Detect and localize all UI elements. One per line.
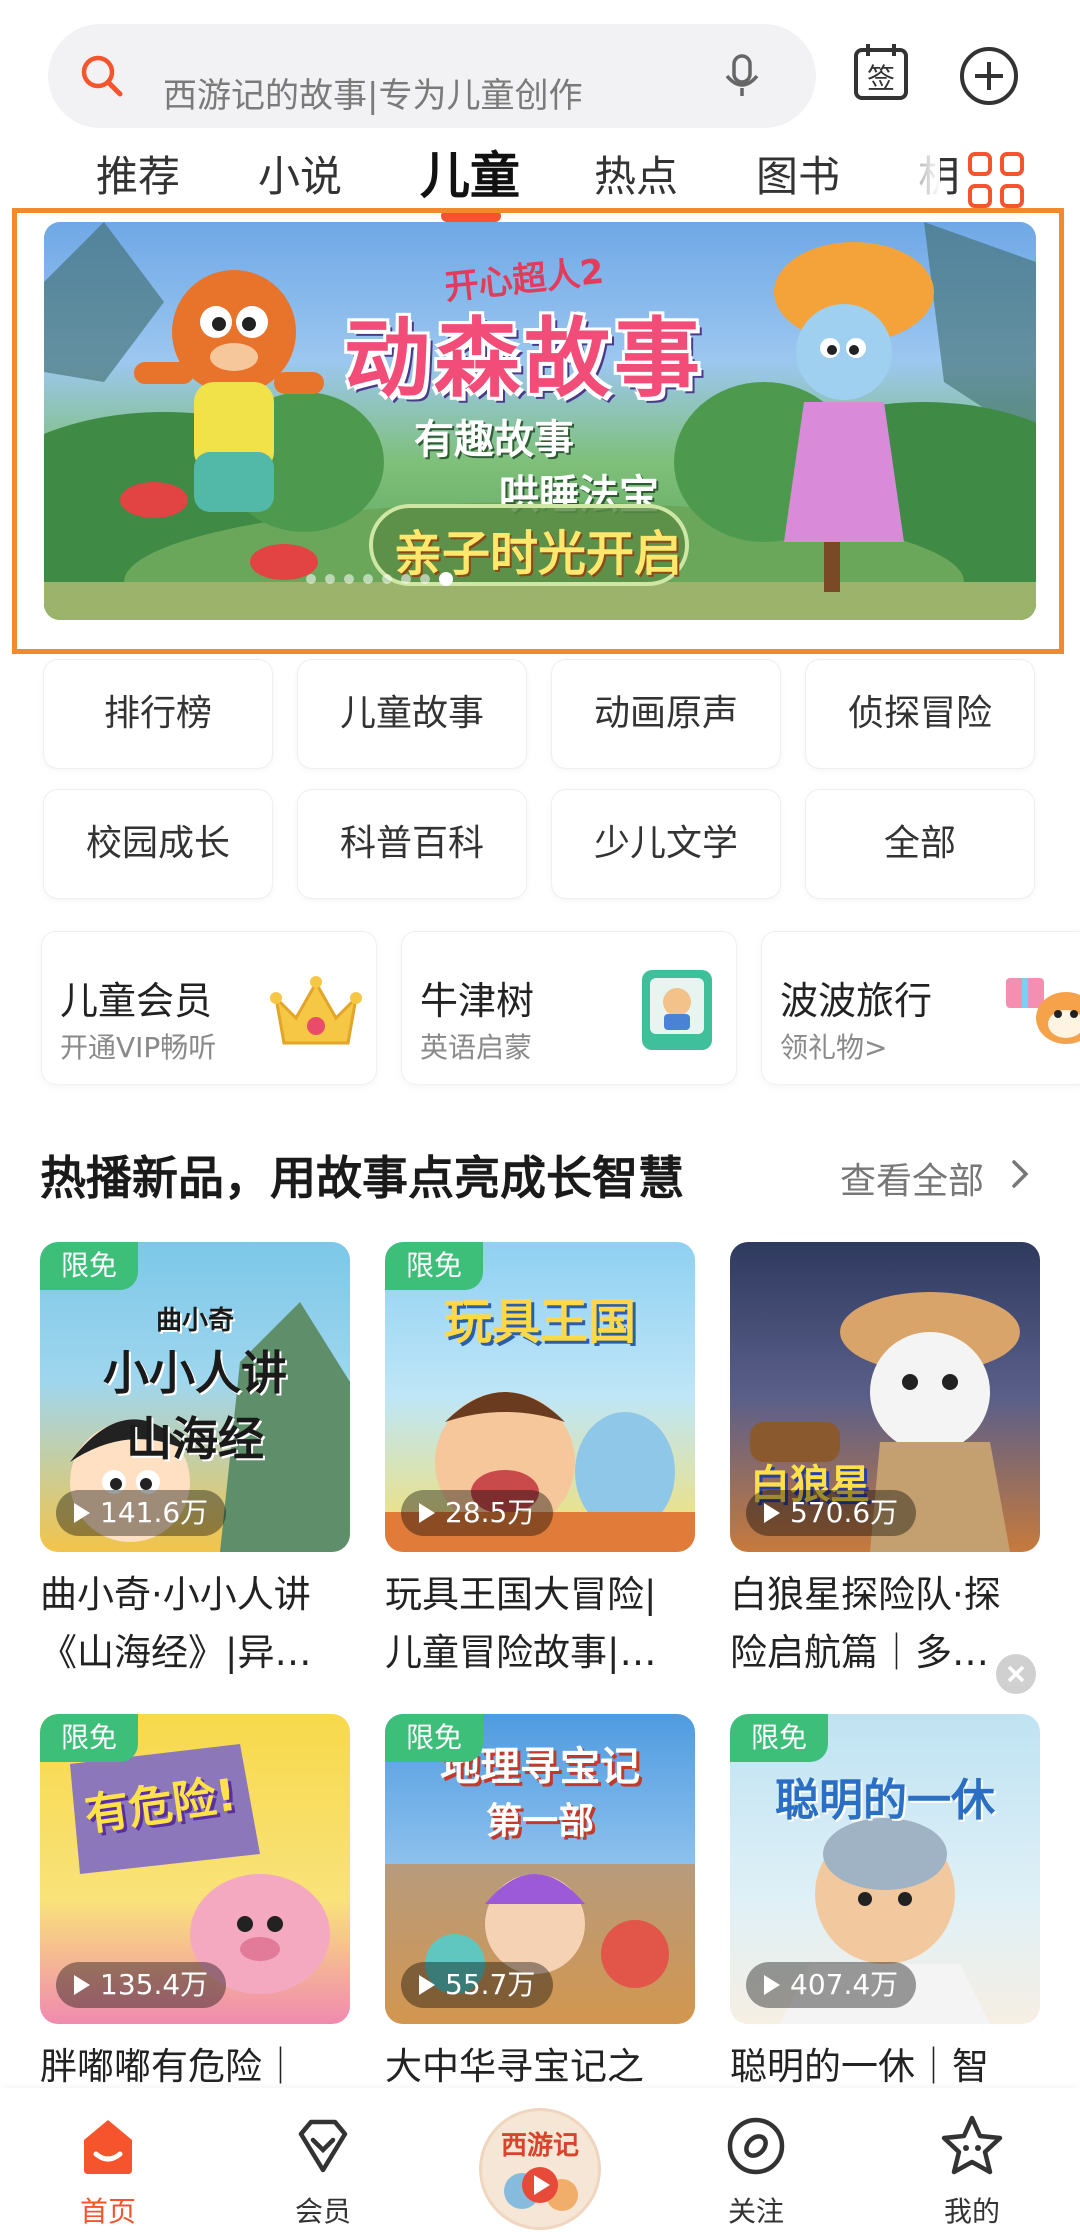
- play-count-value: 407.4万: [790, 1968, 898, 2001]
- card-title-line-2: 儿童冒险故事|…: [385, 1624, 695, 1682]
- play-count: 141.6万: [56, 1490, 226, 1536]
- play-count: 135.4万: [56, 1962, 226, 2008]
- play-count: 407.4万: [746, 1962, 916, 2008]
- content-card[interactable]: 白狼星 570.6万 白狼星探险队·探 险启航篇｜多…: [730, 1242, 1040, 1682]
- category-all[interactable]: 全部: [806, 790, 1034, 898]
- sign-glyph: 签: [867, 62, 895, 95]
- tab-recommend[interactable]: 推荐: [96, 152, 180, 202]
- free-badge: 限免: [385, 1242, 483, 1290]
- play-count-value: 135.4万: [100, 1968, 208, 2001]
- play-count-value: 55.7万: [445, 1968, 535, 2001]
- category-science[interactable]: 科普百科: [298, 790, 526, 898]
- play-icon: [764, 1503, 780, 1523]
- category-ranking[interactable]: 排行榜: [44, 660, 272, 768]
- promo-card-oxford-tree[interactable]: 牛津树 英语启蒙: [402, 932, 736, 1084]
- card-cover[interactable]: 聪明的一休 限免 407.4万: [730, 1714, 1040, 2024]
- play-icon: [419, 1503, 435, 1523]
- vip-diamond-icon: [287, 2110, 359, 2182]
- chevron-right-icon[interactable]: [1008, 1156, 1032, 1192]
- nav-home[interactable]: 首页: [28, 2088, 188, 2239]
- search-bar[interactable]: 西游记的故事|专为儿童创作: [48, 24, 816, 128]
- content-card[interactable]: 地理寻宝记 第一部 限免 55.7万 大中华寻宝记之: [385, 1714, 695, 2096]
- book-icon: [626, 958, 726, 1058]
- content-card[interactable]: 曲小奇 小小人讲 山海经 限免 141.6万 曲小奇·小小人讲 《山海经》|异…: [40, 1242, 350, 1682]
- card-cover[interactable]: 曲小奇 小小人讲 山海经 限免 141.6万: [40, 1242, 350, 1552]
- content-card[interactable]: 有危险! 限免 135.4万 胖嘟嘟有危险｜: [40, 1714, 350, 2096]
- card-title-line-2: 《山海经》|异…: [40, 1624, 350, 1682]
- promo-card-bobo-travel[interactable]: 波波旅行 领礼物>: [762, 932, 1080, 1084]
- cover-title: 玩具王国: [385, 1282, 695, 1352]
- nav-label: 我的: [892, 2190, 1052, 2230]
- crown-icon: [266, 958, 366, 1058]
- promo-title: 儿童会员: [60, 970, 212, 1025]
- card-title-line-1: 曲小奇·小小人讲: [40, 1566, 350, 1624]
- category-children-stories[interactable]: 儿童故事: [298, 660, 526, 768]
- promo-title: 波波旅行: [780, 970, 932, 1025]
- section-title: 热播新品，用故事点亮成长智慧: [40, 1142, 684, 1208]
- play-count-value: 141.6万: [100, 1496, 208, 1529]
- nav-label: 首页: [28, 2190, 188, 2230]
- card-cover[interactable]: 白狼星 570.6万: [730, 1242, 1040, 1552]
- follow-icon: [720, 2110, 792, 2182]
- center-play-icon: [482, 2111, 598, 2227]
- nav-vip[interactable]: 会员: [243, 2088, 403, 2239]
- sign-in-icon[interactable]: 签: [852, 42, 910, 102]
- nav-label: 会员: [243, 2190, 403, 2230]
- category-detective-adventure[interactable]: 侦探冒险: [806, 660, 1034, 768]
- mic-icon[interactable]: [716, 50, 768, 102]
- card-cover[interactable]: 地理寻宝记 第一部 限免 55.7万: [385, 1714, 695, 2024]
- card-title-line-1: 白狼星探险队·探: [730, 1566, 1040, 1624]
- card-title-line-1: 玩具王国大冒险|: [385, 1566, 695, 1624]
- category-animation-soundtrack[interactable]: 动画原声: [552, 660, 780, 768]
- cover-title: 曲小奇 小小人讲 山海经: [40, 1300, 350, 1469]
- search-icon[interactable]: [78, 52, 126, 100]
- card-title[interactable]: 玩具王国大冒险| 儿童冒险故事|…: [385, 1566, 695, 1682]
- play-icon: [74, 1503, 90, 1523]
- promo-subtitle: 领礼物>: [780, 1026, 887, 1066]
- cover-title: 聪明的一休: [730, 1764, 1040, 1828]
- all-channels-grid-icon[interactable]: [966, 150, 1026, 210]
- tab-books[interactable]: 图书: [756, 152, 840, 202]
- play-icon: [764, 1975, 780, 1995]
- nav-follow[interactable]: 关注: [676, 2088, 836, 2239]
- home-icon: [72, 2110, 144, 2182]
- promo-card-kids-vip[interactable]: 儿童会员 开通VIP畅听: [42, 932, 376, 1084]
- play-count: 55.7万: [401, 1962, 553, 2008]
- free-badge: 限免: [40, 1242, 138, 1290]
- promo-subtitle: 英语启蒙: [420, 1026, 532, 1066]
- free-badge: 限免: [730, 1714, 828, 1762]
- category-campus-growth[interactable]: 校园成长: [44, 790, 272, 898]
- nav-label: 关注: [676, 2190, 836, 2230]
- play-count: 570.6万: [746, 1490, 916, 1536]
- nav-profile[interactable]: 我的: [892, 2088, 1052, 2239]
- card-cover[interactable]: 玩具王国 限免 28.5万: [385, 1242, 695, 1552]
- play-count: 28.5万: [401, 1490, 553, 1536]
- content-card[interactable]: 玩具王国 限免 28.5万 玩具王国大冒险| 儿童冒险故事|…: [385, 1242, 695, 1682]
- banner-highlight-frame: [12, 208, 1064, 654]
- free-badge: 限免: [385, 1714, 483, 1762]
- tab-children[interactable]: 儿童: [420, 146, 520, 206]
- card-cover[interactable]: 有危险! 限免 135.4万: [40, 1714, 350, 2024]
- profile-star-icon: [936, 2110, 1008, 2182]
- free-badge: 限免: [40, 1714, 138, 1762]
- play-count-value: 570.6万: [790, 1496, 898, 1529]
- tab-hot[interactable]: 热点: [594, 152, 678, 202]
- see-all-link[interactable]: 查看全部: [840, 1152, 984, 1204]
- card-title[interactable]: 曲小奇·小小人讲 《山海经》|异…: [40, 1566, 350, 1682]
- category-youth-literature[interactable]: 少儿文学: [552, 790, 780, 898]
- gift-icon: [998, 958, 1080, 1058]
- close-icon[interactable]: [996, 1654, 1036, 1694]
- search-placeholder[interactable]: 西游记的故事|专为儿童创作: [163, 79, 582, 113]
- content-card[interactable]: 聪明的一休 限免 407.4万 聪明的一休｜智: [730, 1714, 1040, 2096]
- plus-icon[interactable]: [958, 45, 1020, 107]
- play-icon: [419, 1975, 435, 1995]
- tab-novel[interactable]: 小说: [258, 152, 342, 202]
- promo-title: 牛津树: [420, 970, 534, 1025]
- play-icon: [74, 1975, 90, 1995]
- play-count-value: 28.5万: [445, 1496, 535, 1529]
- nav-center-play-button[interactable]: 西游记: [479, 2108, 601, 2230]
- card-title[interactable]: 白狼星探险队·探 险启航篇｜多…: [730, 1566, 1040, 1682]
- card-title-line-2: 险启航篇｜多…: [730, 1624, 1040, 1682]
- promo-subtitle: 开通VIP畅听: [60, 1026, 216, 1066]
